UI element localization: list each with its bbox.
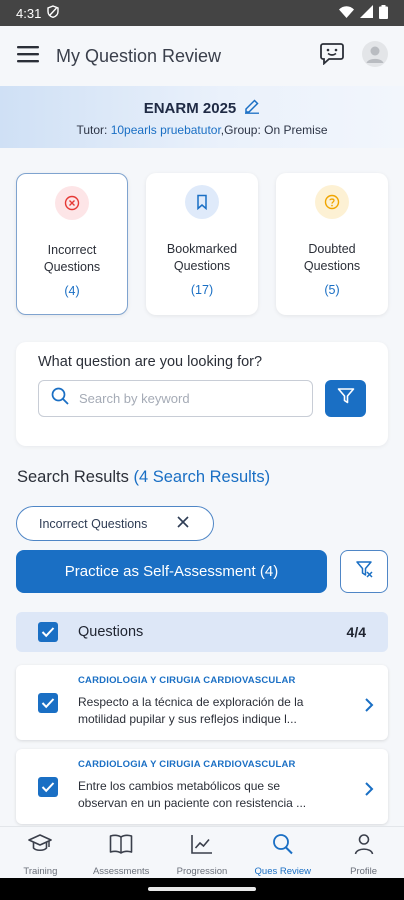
nav-item-training[interactable]: Training xyxy=(0,833,80,877)
question-checkbox[interactable] xyxy=(38,693,58,713)
status-bar: 4:31 xyxy=(0,0,404,26)
question-text: Respecto a la técnica de exploración de … xyxy=(78,695,304,726)
category-cards: Incorrect Questions (4) Bookmarked Quest… xyxy=(16,173,388,315)
app-bar: My Question Review xyxy=(0,26,404,86)
filter-icon xyxy=(337,387,355,410)
practice-self-assessment-button[interactable]: Practice as Self-Assessment (4) xyxy=(16,550,327,593)
tutor-name-link[interactable]: 10pearls pruebatutor xyxy=(111,123,221,137)
search-box[interactable] xyxy=(38,380,314,417)
questions-count: 4/4 xyxy=(346,624,366,640)
chip-label: Incorrect Questions xyxy=(39,516,148,531)
questions-header: Questions 4/4 xyxy=(16,612,388,652)
question-circle-icon xyxy=(315,185,349,219)
question-checkbox[interactable] xyxy=(38,777,58,797)
card-count: (4) xyxy=(64,284,80,298)
question-item[interactable]: CARDIOLOGIA Y CIRUGIA CARDIOVASCULAR Ent… xyxy=(16,749,388,824)
results-count: (4 Search Results) xyxy=(133,468,271,486)
filter-chip[interactable]: Incorrect Questions xyxy=(16,506,214,541)
exam-title: ENARM 2025 xyxy=(143,99,237,117)
nav-label: Progression xyxy=(176,866,228,877)
nav-label: Profile xyxy=(350,866,378,877)
menu-icon[interactable] xyxy=(16,45,40,68)
results-title: Search Results xyxy=(17,468,129,486)
search-row xyxy=(38,380,366,417)
questions-label: Questions xyxy=(78,624,144,640)
nav-item-profile[interactable]: Profile xyxy=(324,833,404,877)
question-body: CARDIOLOGIA Y CIRUGIA CARDIOVASCULAR Res… xyxy=(78,675,364,728)
avatar[interactable] xyxy=(362,40,388,72)
card-label: Bookmarked Questions xyxy=(166,242,238,273)
signal-icon xyxy=(360,5,373,21)
group-text: ,Group: On Premise xyxy=(220,123,328,137)
chevron-right-icon[interactable] xyxy=(364,697,374,718)
question-text: Entre los cambios metabólicos que se obs… xyxy=(78,779,307,810)
vpn-shield-icon xyxy=(47,5,60,21)
bookmark-icon xyxy=(185,185,219,219)
status-time: 4:31 xyxy=(16,5,42,21)
search-question: What question are you looking for? xyxy=(38,354,263,370)
edit-icon[interactable] xyxy=(244,98,260,118)
card-label: Incorrect Questions xyxy=(43,243,101,274)
search-icon xyxy=(51,387,69,410)
card-bookmarked-questions[interactable]: Bookmarked Questions (17) xyxy=(146,173,258,315)
card-count: (5) xyxy=(324,283,340,297)
search-icon xyxy=(271,833,295,860)
tutor-prefix: Tutor: xyxy=(76,123,111,137)
filter-button[interactable] xyxy=(325,380,366,417)
question-category: CARDIOLOGIA Y CIRUGIA CARDIOVASCULAR xyxy=(78,675,296,686)
exam-title-row: ENARM 2025 xyxy=(144,98,261,118)
card-count: (17) xyxy=(190,283,214,297)
nav-label: Assessments xyxy=(92,866,150,877)
book-icon xyxy=(109,833,133,860)
gesture-bar xyxy=(0,878,404,900)
search-input[interactable] xyxy=(79,391,279,406)
question-category: CARDIOLOGIA Y CIRUGIA CARDIOVASCULAR xyxy=(78,759,296,770)
exam-subtitle: Tutor: 10pearls pruebatutor,Group: On Pr… xyxy=(0,123,404,137)
search-panel: What question are you looking for? xyxy=(16,342,388,446)
nav-item-assessments[interactable]: Assessments xyxy=(81,833,161,877)
wifi-icon xyxy=(339,5,354,21)
card-incorrect-questions[interactable]: Incorrect Questions (4) xyxy=(16,173,128,315)
select-all-checkbox[interactable] xyxy=(38,622,58,642)
bottom-nav: Training Assessments Progression Ques Re… xyxy=(0,826,404,878)
nav-item-progression[interactable]: Progression xyxy=(162,833,242,877)
chart-icon xyxy=(190,833,214,860)
nav-item-ques-review[interactable]: Ques Review xyxy=(243,833,323,877)
home-gesture-handle[interactable] xyxy=(148,887,256,891)
card-label: Doubted Questions xyxy=(303,242,361,273)
page-title: My Question Review xyxy=(56,45,222,66)
question-body: CARDIOLOGIA Y CIRUGIA CARDIOVASCULAR Ent… xyxy=(78,759,364,812)
clear-filter-button[interactable] xyxy=(340,550,388,593)
exam-banner: ENARM 2025 Tutor: 10pearls pruebatutor,G… xyxy=(0,86,404,148)
person-icon xyxy=(352,833,376,860)
chevron-right-icon[interactable] xyxy=(364,781,374,802)
graduation-cap-icon xyxy=(28,833,53,860)
card-doubted-questions[interactable]: Doubted Questions (5) xyxy=(276,173,388,315)
x-circle-icon xyxy=(55,186,89,220)
results-heading: Search Results (4 Search Results) xyxy=(17,468,270,487)
close-icon[interactable] xyxy=(177,516,189,531)
nav-label: Training xyxy=(23,866,58,877)
feedback-chat-icon[interactable] xyxy=(320,42,344,70)
battery-icon xyxy=(379,4,388,22)
question-item[interactable]: CARDIOLOGIA Y CIRUGIA CARDIOVASCULAR Res… xyxy=(16,665,388,740)
filter-off-icon xyxy=(354,559,374,584)
nav-label: Ques Review xyxy=(254,866,312,877)
